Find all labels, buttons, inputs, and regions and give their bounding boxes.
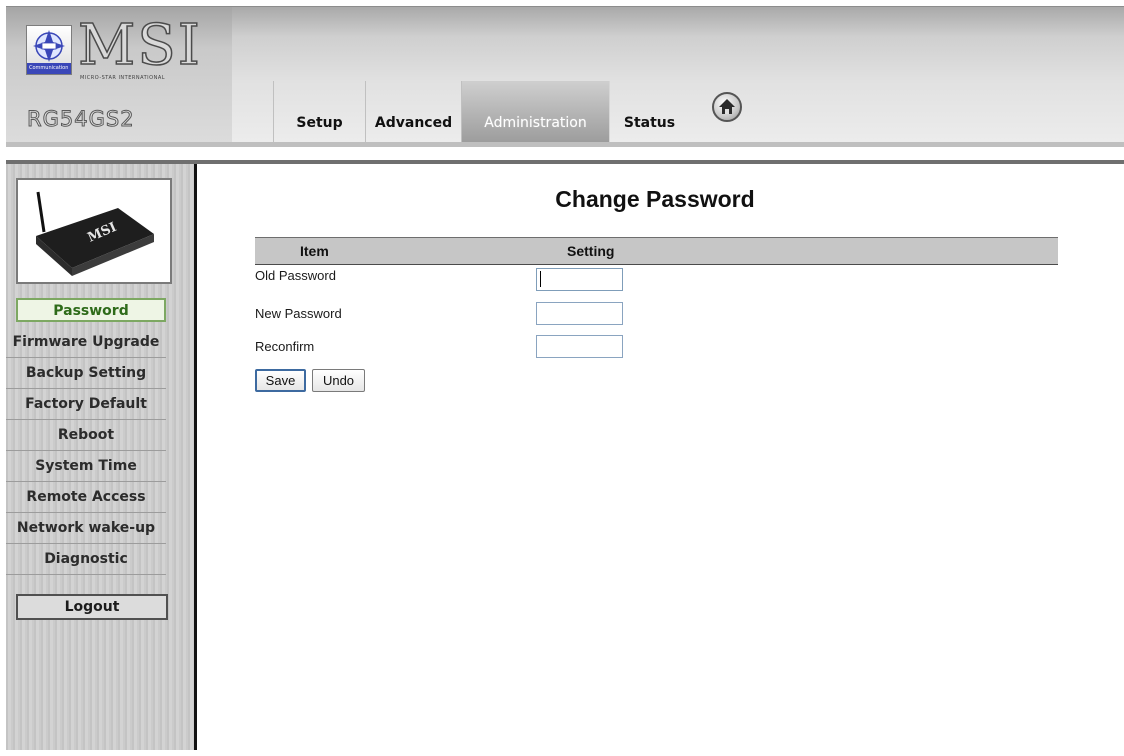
old-password-label: Old Password xyxy=(255,268,336,283)
device-model-name: RG54GS2 xyxy=(27,107,135,132)
home-icon xyxy=(719,99,735,114)
undo-button[interactable]: Undo xyxy=(312,369,365,392)
home-button[interactable] xyxy=(712,92,742,122)
new-password-field[interactable] xyxy=(536,302,623,325)
compass-star-icon xyxy=(33,30,65,62)
save-button[interactable]: Save xyxy=(255,369,306,392)
sidebar-item-diagnostic[interactable]: Diagnostic xyxy=(6,545,166,575)
sidebar-item-factory-default[interactable]: Factory Default xyxy=(6,390,166,420)
header: Communication MSI MICRO-STAR INTERNATION… xyxy=(6,6,1124,143)
text-cursor xyxy=(540,271,541,287)
column-header-item: Item xyxy=(300,243,329,259)
page-title: Change Password xyxy=(555,186,755,212)
sidebar-item-remote-access[interactable]: Remote Access xyxy=(6,483,166,513)
device-image: MSI xyxy=(16,178,172,284)
sidebar-item-password[interactable]: Password xyxy=(16,298,166,322)
old-password-field[interactable] xyxy=(536,268,623,291)
sidebar-item-firmware-upgrade[interactable]: Firmware Upgrade xyxy=(6,328,166,358)
brand-logo-area: Communication MSI MICRO-STAR INTERNATION… xyxy=(6,7,232,143)
tab-administration[interactable]: Administration xyxy=(461,81,609,143)
sidebar-item-reboot[interactable]: Reboot xyxy=(6,421,166,451)
sidebar-item-backup-setting[interactable]: Backup Setting xyxy=(6,359,166,389)
msi-emblem-icon: Communication xyxy=(26,25,72,75)
router-image-icon: MSI xyxy=(36,191,154,276)
new-password-label: New Password xyxy=(255,306,342,321)
sidebar-item-network-wake-up[interactable]: Network wake-up xyxy=(6,514,166,544)
brand-tagline: MICRO-STAR INTERNATIONAL xyxy=(80,75,166,81)
tab-status[interactable]: Status xyxy=(609,81,689,143)
tab-advanced[interactable]: Advanced xyxy=(365,81,461,143)
reconfirm-label: Reconfirm xyxy=(255,339,315,354)
header-separator xyxy=(6,142,1124,164)
sidebar-item-system-time[interactable]: System Time xyxy=(6,452,166,482)
tab-setup[interactable]: Setup xyxy=(273,81,365,143)
logout-button[interactable]: Logout xyxy=(16,594,168,620)
table-header: Item Setting xyxy=(255,237,1058,265)
sidebar: MSI Password Firmware Upgrade Backup Set… xyxy=(6,164,194,750)
column-header-setting: Setting xyxy=(567,243,615,259)
emblem-caption: Communication xyxy=(27,63,71,74)
main-content: Change Password Item Setting Old Passwor… xyxy=(197,164,1124,750)
brand-wordmark: MSI xyxy=(77,12,202,79)
reconfirm-password-field[interactable] xyxy=(536,335,623,358)
